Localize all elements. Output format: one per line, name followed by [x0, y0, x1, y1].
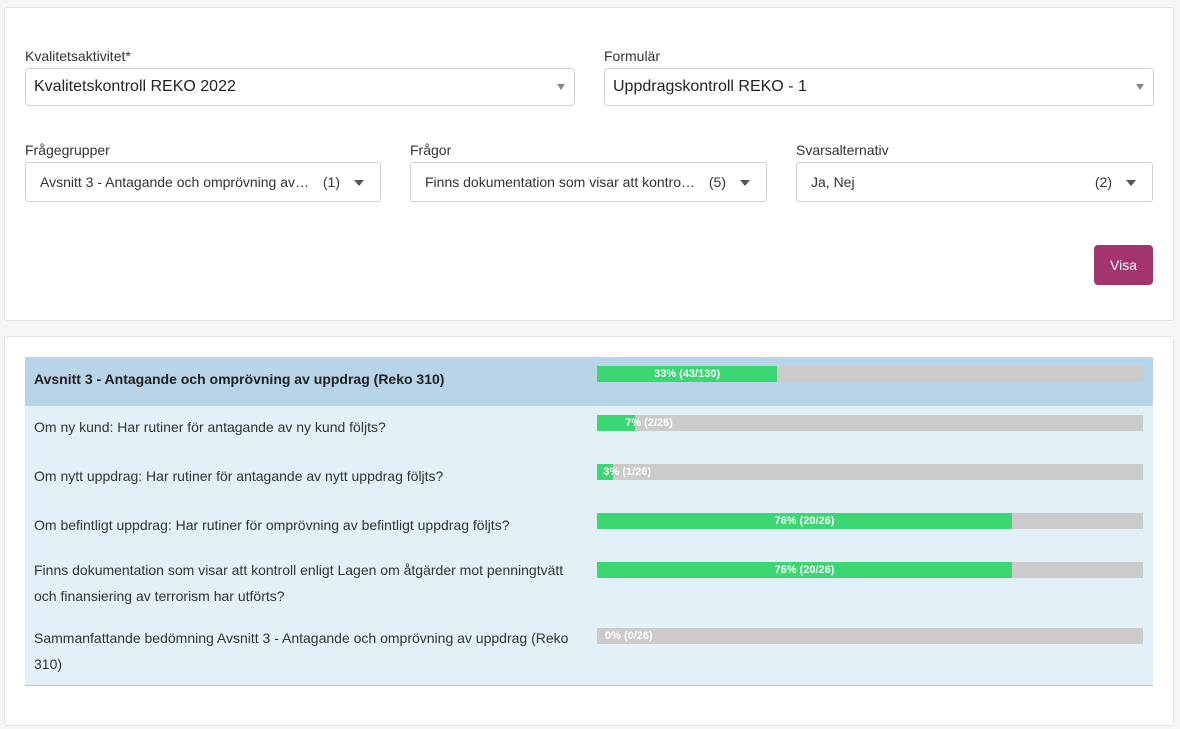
chevron-down-icon [557, 84, 565, 90]
chevron-down-icon [740, 180, 750, 186]
question-progress-label: 3% (1/26) [603, 466, 652, 478]
question-progress-bar: 3% (1/26) [597, 464, 1143, 480]
question-progress-label: 7% (2/26) [625, 417, 673, 429]
group-row: Avsnitt 3 - Antagande och omprövning av … [25, 357, 1153, 406]
svarsalternativ-value: Ja, Nej [811, 174, 855, 190]
question-row: Sammanfattande bedömning Avsnitt 3 - Ant… [25, 620, 1153, 685]
question-progress-bar: 7% (2/26) [597, 415, 1143, 431]
question-text: Finns dokumentation som visar att kontro… [34, 562, 564, 604]
chevron-down-icon [1126, 180, 1136, 186]
svarsalternativ-label: Svarsalternativ [796, 142, 889, 158]
question-progress-bar: 76% (20/26) [597, 513, 1143, 529]
fragor-label: Frågor [410, 142, 452, 158]
chevron-down-icon [354, 180, 364, 186]
fragegrupper-select[interactable]: Avsnitt 3 - Antagande och omprövning av … [25, 162, 381, 202]
chevron-down-icon [1136, 84, 1144, 90]
kvalitetsaktivitet-select[interactable]: Kvalitetskontroll REKO 2022 [25, 68, 575, 106]
question-text: Om nytt uppdrag: Har rutiner för antagan… [34, 468, 444, 484]
question-progress-label: 0% (0/26) [605, 630, 653, 642]
question-progress-label: 76% (20/26) [774, 564, 835, 576]
fragor-select[interactable]: Finns dokumentation som visar att kontro… [410, 162, 767, 202]
formular-label: Formulär [604, 48, 661, 64]
results-panel: Avsnitt 3 - Antagande och omprövning av … [4, 336, 1174, 726]
fragegrupper-count: (1) [322, 174, 340, 190]
question-progress-bar: 0% (0/26) [597, 628, 1143, 644]
visa-button[interactable]: Visa [1094, 245, 1153, 285]
results-table: Avsnitt 3 - Antagande och omprövning av … [25, 357, 1153, 686]
question-row: Om ny kund: Har rutiner för antagande av… [25, 406, 1153, 455]
question-text: Sammanfattande bedömning Avsnitt 3 - Ant… [34, 630, 569, 672]
question-row: Om befintligt uppdrag: Har rutiner för o… [25, 504, 1153, 553]
formular-select[interactable]: Uppdragskontroll REKO - 1 [604, 68, 1154, 106]
fragor-value: Finns dokumentation som visar att kontro… [425, 174, 697, 190]
question-text: Om befintligt uppdrag: Har rutiner för o… [34, 517, 510, 533]
fragegrupper-label: Frågegrupper [25, 142, 110, 158]
question-progress-bar: 76% (20/26) [597, 562, 1143, 578]
group-title: Avsnitt 3 - Antagande och omprövning av … [34, 371, 445, 387]
group-progress-bar: 33% (43/130) [597, 366, 1143, 382]
kvalitetsaktivitet-label: Kvalitetsaktivitet* [25, 48, 131, 64]
svarsalternativ-count: (2) [1094, 174, 1112, 190]
group-progress-label: 33% (43/130) [654, 368, 721, 380]
kvalitetsaktivitet-value: Kvalitetskontroll REKO 2022 [34, 78, 236, 95]
fragor-count: (5) [708, 174, 726, 190]
question-row: Om nytt uppdrag: Har rutiner för antagan… [25, 455, 1153, 504]
question-text: Om ny kund: Har rutiner för antagande av… [34, 419, 386, 435]
question-row: Finns dokumentation som visar att kontro… [25, 553, 1153, 620]
fragegrupper-value: Avsnitt 3 - Antagande och omprövning av … [40, 174, 310, 190]
filter-panel: Kvalitetsaktivitet* Kvalitetskontroll RE… [4, 7, 1174, 321]
question-progress-label: 76% (20/26) [774, 515, 835, 527]
svarsalternativ-select[interactable]: Ja, Nej (2) [796, 162, 1153, 202]
formular-value: Uppdragskontroll REKO - 1 [613, 78, 807, 95]
